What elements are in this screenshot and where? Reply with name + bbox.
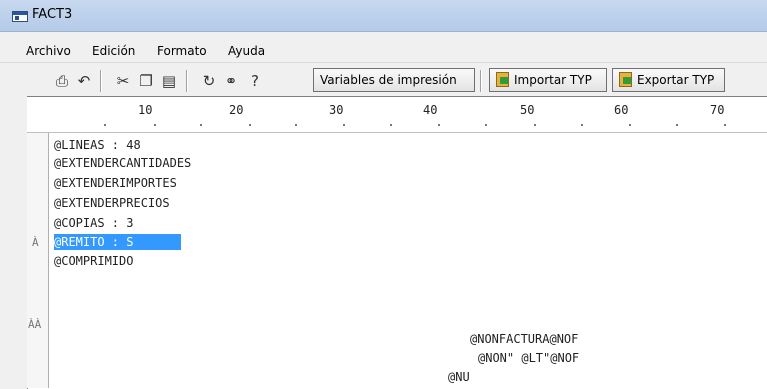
copy-icon[interactable]: ❐ [137, 72, 155, 90]
toolbar-separator [480, 70, 482, 92]
toolbar-separator [100, 70, 102, 92]
ruler-tick [200, 124, 202, 126]
code-line: @LINEAS : 48 [54, 138, 141, 152]
menu-bar: Archivo Edición Formato Ayuda [0, 41, 767, 61]
ruler-tick [295, 124, 297, 126]
gutter-marker: À [32, 236, 39, 249]
code-line: @EXTENDERPRECIOS [54, 196, 170, 210]
window-title: FACT3 [32, 7, 73, 22]
menu-ayuda[interactable]: Ayuda [228, 44, 265, 58]
export-document-icon [619, 72, 632, 87]
gutter-marker: ÀÀ [28, 318, 42, 331]
title-bar: FACT3 [0, 0, 767, 32]
ruler-tick [724, 124, 726, 126]
cut-icon[interactable]: ✂ [114, 72, 132, 90]
ruler-tick [438, 124, 440, 126]
ruler-mark: 50 [520, 103, 535, 117]
ruler-mark: 30 [329, 103, 344, 117]
code-line: @NONFACTURA@NOF [470, 332, 579, 346]
ruler-tick [581, 124, 583, 126]
import-document-icon [496, 72, 509, 87]
ruler-mark: 10 [138, 103, 153, 117]
toolbar: ⎙ ↶ ✂ ❐ ▤ ↻ ⚭ ? Variables de impresión I… [0, 62, 767, 97]
code-line-selected[interactable]: @REMITO : S [54, 234, 181, 250]
export-typ-label: Exportar TYP [637, 73, 715, 87]
ruler-tick [629, 124, 631, 126]
print-variables-button[interactable]: Variables de impresión [313, 68, 475, 92]
ruler-tick [534, 124, 536, 126]
ruler-tick [485, 124, 487, 126]
code-line: @COPIAS : 3 [54, 216, 134, 230]
find-icon[interactable]: ↻ [200, 72, 218, 90]
menu-edicion[interactable]: Edición [92, 44, 135, 58]
ruler-mark: 40 [423, 103, 438, 117]
ruler-tick [343, 124, 345, 126]
import-typ-label: Importar TYP [514, 73, 592, 87]
import-typ-button[interactable]: Importar TYP [489, 68, 607, 92]
code-line: @NU [448, 370, 470, 384]
print-variables-label: Variables de impresión [320, 73, 457, 87]
ruler-tick [676, 124, 678, 126]
column-ruler: 10 20 30 40 50 60 70 [27, 97, 767, 133]
binoculars-icon[interactable]: ⚭ [222, 72, 240, 90]
app-window-icon [12, 11, 28, 22]
ruler-tick [104, 124, 106, 126]
undo-icon[interactable]: ↶ [75, 72, 93, 90]
line-gutter: À ÀÀ [27, 133, 49, 388]
code-line: @EXTENDERCANTIDADES [54, 156, 192, 170]
code-line: @COMPRIMIDO [54, 254, 134, 268]
paste-icon[interactable]: ▤ [160, 72, 178, 90]
menu-archivo[interactable]: Archivo [26, 44, 71, 58]
toolbar-separator [186, 70, 188, 92]
help-icon[interactable]: ? [246, 72, 264, 90]
ruler-mark: 20 [229, 103, 244, 117]
menu-formato[interactable]: Formato [157, 44, 207, 58]
ruler-tick [249, 124, 251, 126]
ruler-mark: 70 [710, 103, 725, 117]
code-line: @NON" @LT"@NOF [478, 351, 580, 365]
ruler-tick [390, 124, 392, 126]
code-line: @EXTENDERIMPORTES [54, 176, 177, 190]
ruler-mark: 60 [614, 103, 629, 117]
export-typ-button[interactable]: Exportar TYP [612, 68, 725, 92]
ruler-tick [154, 124, 156, 126]
printer-icon[interactable]: ⎙ [53, 72, 71, 90]
